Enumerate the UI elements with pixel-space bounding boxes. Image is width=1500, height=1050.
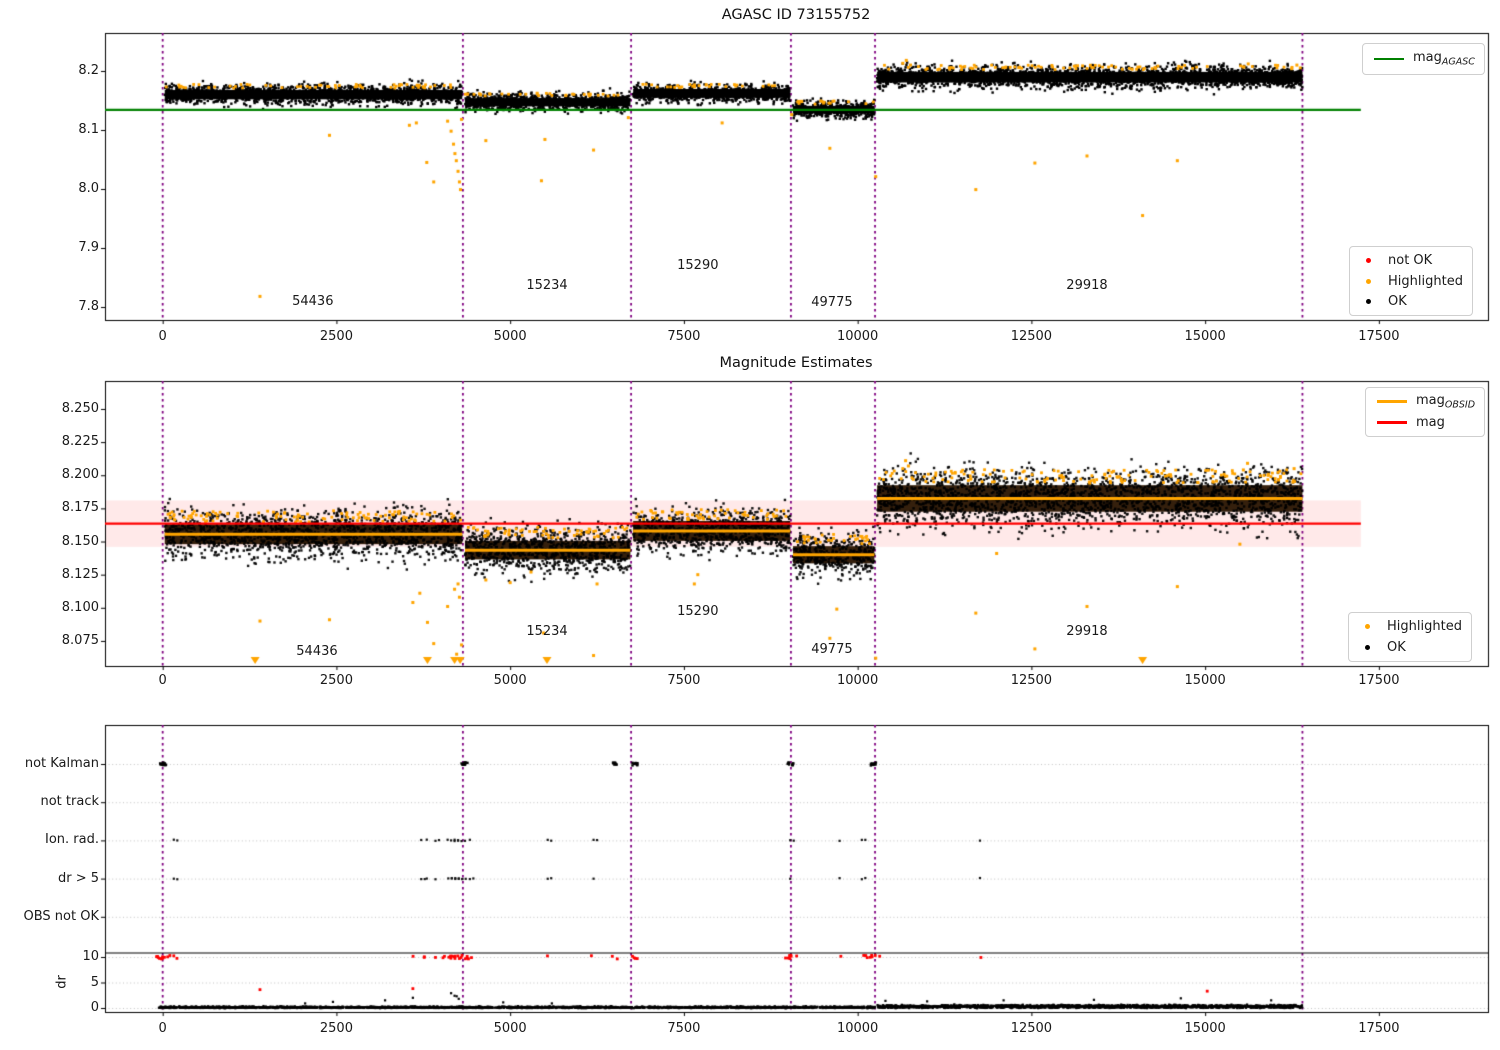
legend-row: OK [1353, 637, 1462, 658]
plot1-title: AGASC ID 73155752 [721, 7, 871, 23]
x-tick-label: 17500 [1358, 673, 1400, 688]
obsid-annotation: 15290 [677, 258, 719, 274]
x-tick-label: 15000 [1184, 673, 1226, 688]
y-tick-label: 8.0 [78, 181, 99, 196]
highlighted-label: Highlighted [1387, 619, 1462, 634]
x-tick-label: 0 [158, 673, 167, 688]
legend-mag-obsid: magOBSID mag [1365, 387, 1486, 437]
obsid-annotation: 49775 [811, 642, 853, 658]
plot2-title: Magnitude Estimates [719, 355, 873, 371]
y-tick-label: 8.125 [61, 566, 99, 582]
not-ok-marker-icon [1366, 257, 1371, 263]
y-tick-label: 8.1 [78, 122, 99, 137]
mag-line-swatch [1377, 421, 1407, 424]
x-tick-label: 7500 [667, 329, 701, 344]
highlighted-marker-icon [1365, 624, 1370, 629]
x-tick-label: 17500 [1358, 1021, 1400, 1036]
x-tick-label: 15000 [1184, 329, 1226, 344]
category-label: Ion. rad. [45, 832, 99, 848]
figure: AGASC ID 73155752 Magnitude Estimates dr… [0, 0, 1500, 1050]
x-tick-label: 10000 [836, 1021, 879, 1036]
ok-marker-icon [1365, 645, 1370, 650]
y-tick-label: 7.9 [78, 240, 99, 255]
legend-row: Highlighted [1353, 616, 1462, 637]
obsid-annotation: 15234 [526, 277, 568, 293]
x-tick-label: 7500 [667, 673, 701, 688]
category-label: dr > 5 [57, 870, 99, 886]
dr-tick-label: 5 [90, 974, 99, 990]
obsid-annotation: 29918 [1066, 623, 1108, 639]
legend-mag-agasc: magAGASC [1362, 43, 1485, 75]
x-tick-label: 5000 [493, 329, 527, 344]
y-tick-label: 8.150 [61, 533, 99, 549]
x-tick-label: 15000 [1184, 1021, 1226, 1036]
mag-label-prefix: mag [1413, 50, 1442, 66]
category-label: OBS not OK [23, 908, 100, 924]
dr-tick-label: 0 [90, 1000, 99, 1015]
mag-obsid-line-swatch [1377, 399, 1407, 404]
legend-row: not OK [1354, 250, 1463, 271]
y-tick-label: 8.200 [61, 467, 99, 483]
mag-agasc-label: magAGASC [1413, 50, 1475, 68]
x-tick-label: 10000 [836, 673, 879, 688]
obsid-annotation: 15234 [526, 623, 568, 639]
x-tick-label: 2500 [319, 1021, 353, 1036]
mag-label-sub: AGASC [1441, 56, 1475, 68]
obsid-annotation: 15290 [677, 603, 719, 619]
x-tick-label: 12500 [1010, 329, 1053, 344]
mag-label-prefix: mag [1416, 392, 1445, 408]
ok-marker-icon [1366, 299, 1371, 305]
y-tick-label: 8.250 [61, 400, 99, 416]
category-label: not Kalman [24, 756, 99, 771]
x-tick-label: 12500 [1010, 1021, 1053, 1036]
obsid-annotation: 29918 [1066, 277, 1108, 293]
plots-canvas [0, 0, 1500, 1050]
obsid-annotation: 49775 [811, 295, 853, 311]
mag-obsid-label: magOBSID [1416, 393, 1475, 411]
x-tick-label: 10000 [836, 329, 879, 344]
x-tick-label: 0 [158, 1021, 167, 1036]
not-ok-label: not OK [1388, 252, 1433, 268]
x-tick-label: 5000 [493, 673, 527, 688]
y-tick-label: 8.2 [78, 62, 99, 78]
legend-row: magAGASC [1367, 49, 1475, 70]
legend-row: Highlighted [1354, 271, 1463, 292]
ok-label: OK [1388, 294, 1407, 310]
y-tick-label: 8.075 [61, 632, 99, 648]
category-label: not track [40, 794, 99, 810]
x-tick-label: 0 [158, 329, 167, 344]
x-tick-label: 17500 [1358, 329, 1400, 344]
x-tick-label: 5000 [493, 1021, 527, 1036]
highlighted-marker-icon [1366, 278, 1371, 284]
x-tick-label: 2500 [319, 329, 353, 344]
obsid-annotation: 54436 [296, 643, 338, 659]
legend-middle-markers: Highlighted OK [1348, 612, 1472, 662]
y-tick-label: 7.8 [78, 299, 99, 315]
x-tick-label: 2500 [319, 673, 353, 688]
y-tick-label: 8.225 [61, 434, 99, 450]
mag-agasc-line-swatch [1374, 57, 1404, 61]
legend-top-markers: not OK Highlighted OK [1349, 246, 1473, 316]
mag-label-sub: OBSID [1444, 399, 1476, 411]
highlighted-label: Highlighted [1388, 273, 1463, 289]
y-tick-label: 8.100 [61, 599, 99, 615]
dr-tick-label: 10 [82, 949, 99, 964]
ok-label: OK [1387, 640, 1406, 655]
y-tick-label: 8.175 [61, 500, 99, 516]
legend-row: OK [1354, 291, 1463, 312]
obsid-annotation: 54436 [292, 293, 334, 309]
legend-row: magOBSID [1370, 391, 1475, 412]
x-tick-label: 7500 [667, 1021, 701, 1036]
dr-axis-label: dr [54, 975, 70, 989]
x-tick-label: 12500 [1010, 673, 1053, 688]
mag-label: mag [1416, 415, 1445, 430]
legend-row: mag [1370, 412, 1475, 433]
